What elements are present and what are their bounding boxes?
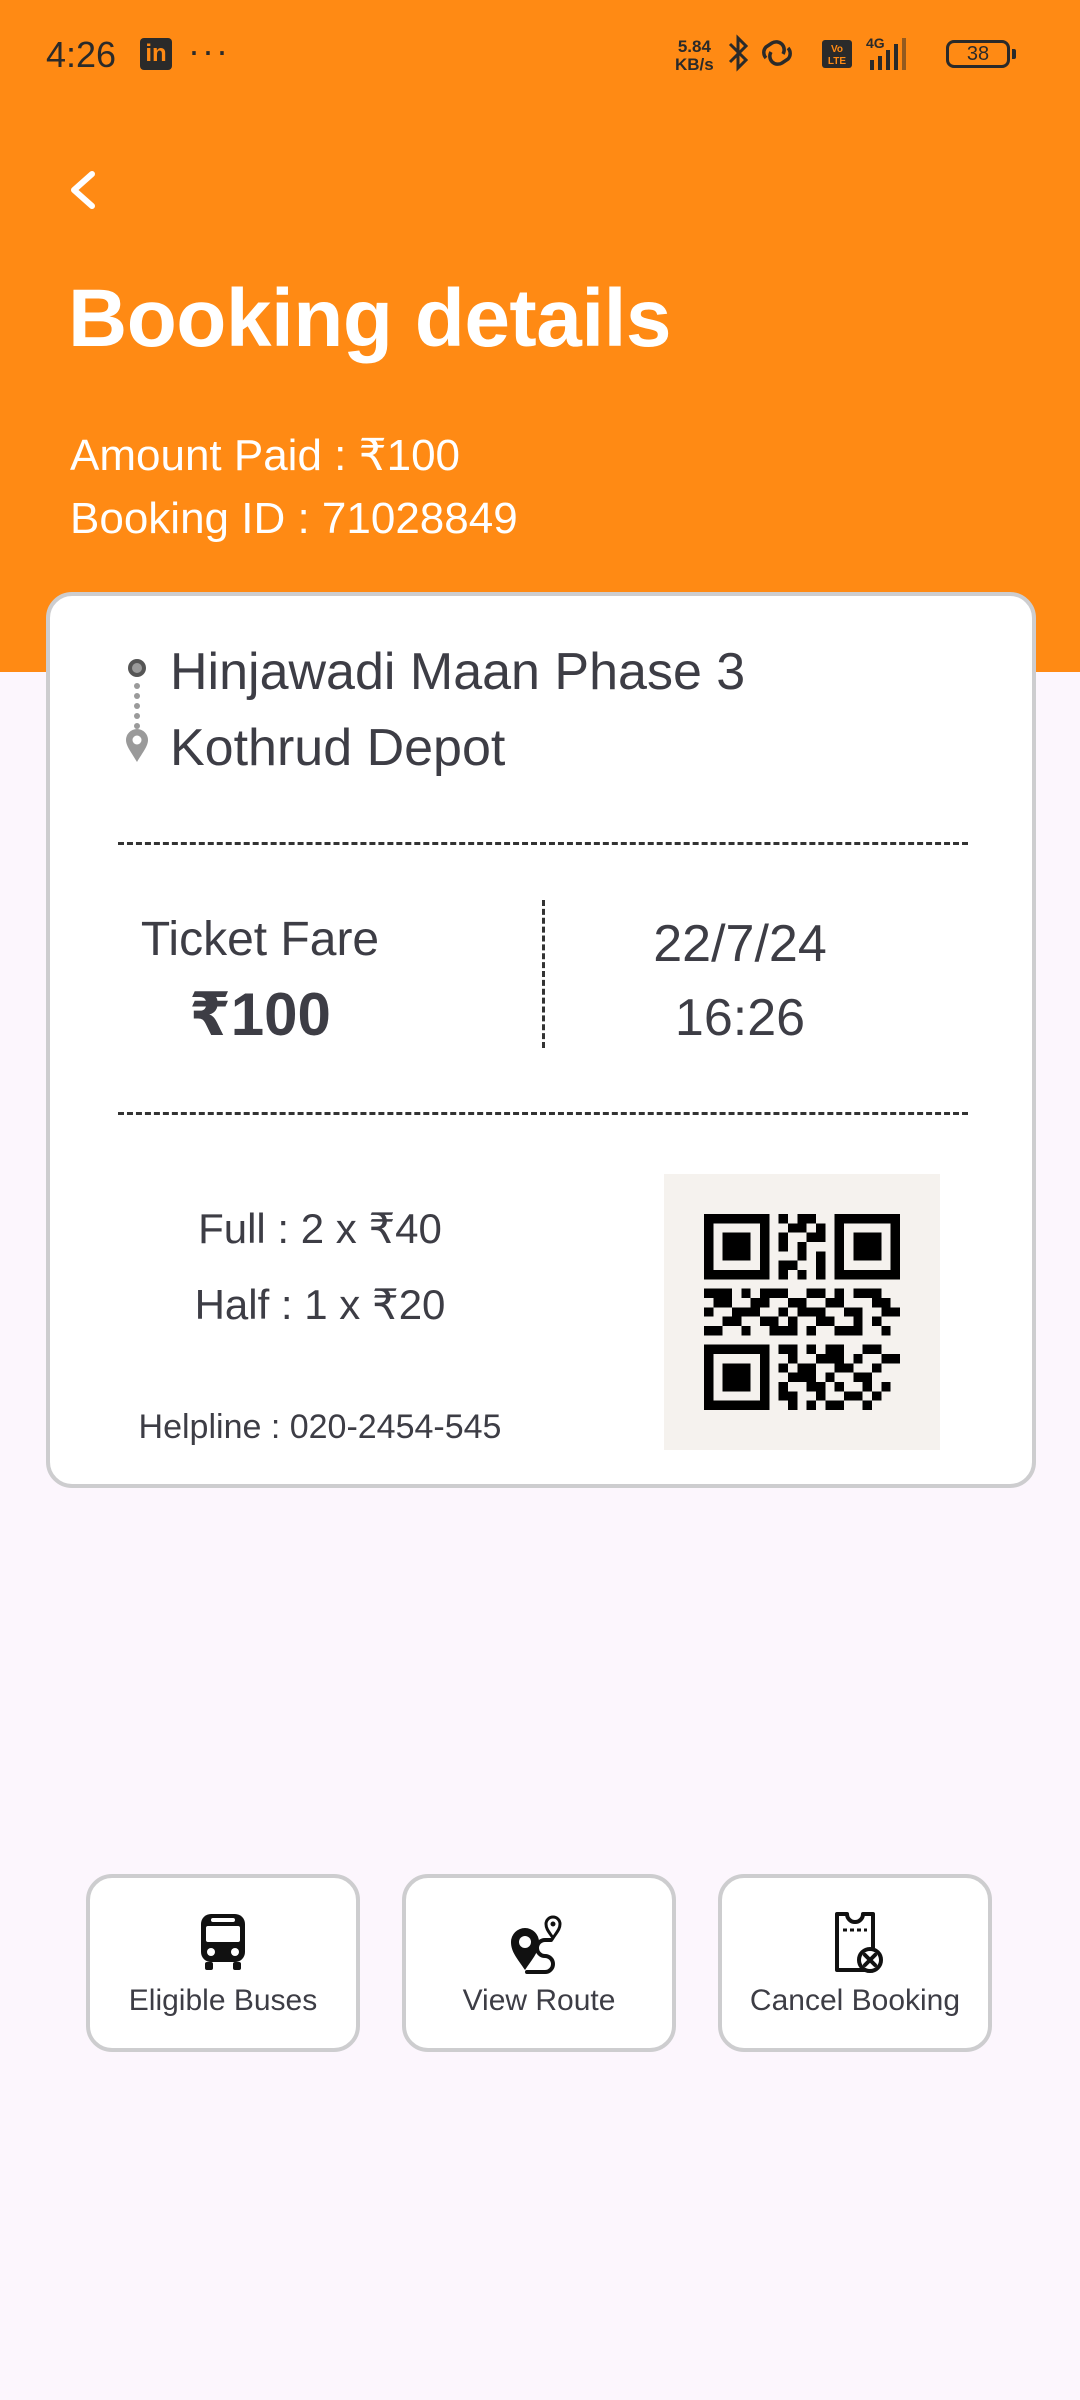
to-stop: Kothrud Depot [170, 719, 506, 777]
svg-text:LTE: LTE [828, 56, 846, 67]
route-line-icon [126, 659, 148, 762]
bluetooth-icon [728, 34, 749, 72]
svg-text:4G: 4G [866, 35, 885, 51]
svg-text:Vo: Vo [831, 44, 843, 55]
status-icons: Vo LTE 4G [728, 34, 906, 72]
amount-paid: Amount Paid : ₹100 [70, 431, 461, 480]
full-fare-breakdown: Full : 2 x ₹40 [198, 1205, 442, 1252]
divider [118, 842, 968, 845]
chevron-left-icon [71, 171, 95, 209]
cancel-booking-label: Cancel Booking [749, 1984, 961, 2017]
route-icon [511, 1915, 562, 1974]
signal-4g-icon: 4G [866, 35, 906, 70]
fare-value: ₹100 [189, 981, 331, 1048]
back-button[interactable] [58, 160, 106, 220]
page-title: Booking details [68, 273, 672, 364]
status-time: 4:26 [46, 34, 117, 75]
bus-icon [201, 1914, 245, 1970]
booking-id: Booking ID : 71028849 [70, 494, 518, 543]
link-icon [762, 40, 792, 66]
fare-label: Ticket Fare [140, 913, 380, 966]
ticket-card: Hinjawadi Maan Phase 3 Kothrud Depot Tic… [46, 592, 1036, 1488]
status-bar: 4:26 in ··· 5.84 KB/s Vo LTE 4G 38 [0, 0, 1080, 108]
cancel-booking-icon [835, 1912, 883, 1973]
travel-date: 22/7/24 [653, 915, 827, 973]
divider [118, 1112, 968, 1115]
vertical-divider [542, 900, 545, 1048]
view-route-label: View Route [462, 1984, 616, 2017]
helpline: Helpline : 020-2454-545 [138, 1408, 502, 1446]
volte-icon: Vo LTE [822, 40, 852, 68]
cancel-booking-button[interactable]: Cancel Booking [718, 1874, 992, 2052]
half-fare-breakdown: Half : 1 x ₹20 [194, 1281, 446, 1328]
eligible-buses-label: Eligible Buses [128, 1984, 318, 2017]
linkedin-icon: in [140, 38, 172, 70]
from-stop: Hinjawadi Maan Phase 3 [170, 643, 746, 701]
view-route-button[interactable]: View Route [402, 1874, 676, 2052]
travel-time: 16:26 [674, 989, 806, 1047]
more-notifications-icon: ··· [188, 30, 230, 71]
eligible-buses-button[interactable]: Eligible Buses [86, 1874, 360, 2052]
battery-icon: 38 [946, 40, 1016, 68]
network-speed: 5.84 KB/s [675, 37, 714, 74]
qr-code-icon [664, 1174, 940, 1450]
